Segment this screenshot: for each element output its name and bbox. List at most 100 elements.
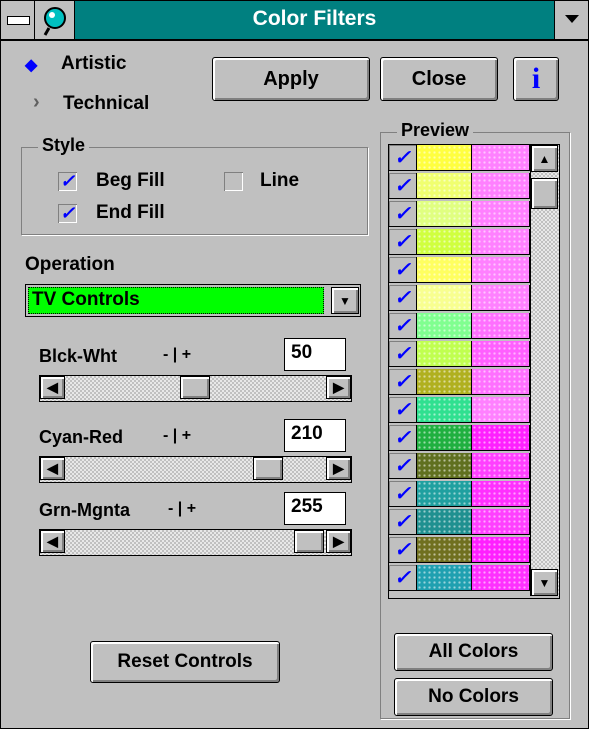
dropdown-button[interactable]	[554, 1, 588, 39]
preview-end-swatch	[472, 537, 530, 563]
apply-button[interactable]: Apply	[212, 57, 370, 101]
preview-start-swatch	[417, 313, 472, 339]
style-group: Style ✓ Beg Fill Line ✓ End Fill	[21, 135, 368, 235]
color-filters-window: Color Filters ◆ Artistic › Technical App…	[0, 0, 589, 729]
slider-track[interactable]: ◀ ▶	[39, 456, 352, 483]
preview-row: ✓	[389, 509, 530, 536]
preview-row-checkbox[interactable]: ✓	[389, 509, 417, 535]
slider-label: Grn-Mgnta	[39, 500, 130, 520]
slider-value-field[interactable]: 50	[284, 338, 346, 371]
slider-right-button[interactable]: ▶	[326, 457, 351, 480]
slider-value-field[interactable]: 210	[284, 419, 346, 452]
arrow-down-icon: ▼	[339, 293, 351, 308]
scroll-thumb[interactable]	[531, 178, 558, 209]
preview-start-swatch	[417, 201, 472, 227]
arrow-down-icon: ▼	[538, 575, 551, 590]
preview-start-swatch	[417, 509, 472, 535]
slider-left-button[interactable]: ◀	[40, 530, 65, 553]
app-icon-button[interactable]	[35, 1, 75, 39]
slider-value-field[interactable]: 255	[284, 492, 346, 525]
preview-row-checkbox[interactable]: ✓	[389, 565, 417, 591]
preview-start-swatch	[417, 285, 472, 311]
preview-row-checkbox[interactable]: ✓	[389, 229, 417, 255]
preview-row: ✓	[389, 481, 530, 508]
preview-row: ✓	[389, 201, 530, 228]
operation-value: TV Controls	[28, 287, 324, 314]
preview-start-swatch	[417, 425, 472, 451]
reset-controls-button[interactable]: Reset Controls	[90, 641, 280, 683]
preview-row-checkbox[interactable]: ✓	[389, 313, 417, 339]
preview-row: ✓	[389, 285, 530, 312]
preview-start-swatch	[417, 537, 472, 563]
preview-row-checkbox[interactable]: ✓	[389, 201, 417, 227]
preview-row: ✓	[389, 173, 530, 200]
preview-start-swatch	[417, 481, 472, 507]
preview-row-checkbox[interactable]: ✓	[389, 145, 417, 171]
preview-row-checkbox[interactable]: ✓	[389, 481, 417, 507]
preview-row: ✓	[389, 313, 530, 340]
preview-row-checkbox[interactable]: ✓	[389, 257, 417, 283]
radio-artistic-label[interactable]: Artistic	[61, 53, 126, 75]
radio-technical-label[interactable]: Technical	[63, 93, 149, 115]
radio-selected-icon[interactable]: ◆	[25, 55, 37, 75]
line-label[interactable]: Line	[260, 170, 299, 192]
preview-end-swatch	[472, 481, 530, 507]
info-button[interactable]: i	[513, 57, 559, 101]
title-bar: Color Filters	[1, 1, 588, 41]
slider-right-button[interactable]: ▶	[326, 530, 351, 553]
close-button[interactable]: Close	[380, 57, 498, 101]
system-menu-button[interactable]	[1, 1, 35, 39]
slider-track[interactable]: ◀ ▶	[39, 375, 352, 402]
preview-start-swatch	[417, 145, 472, 171]
preview-list: ✓ ✓ ✓ ✓ ✓ ✓ ✓ ✓ ✓ ✓ ✓ ✓ ✓ ✓ ✓ ✓ ▲ ▼	[388, 144, 560, 599]
slider-left-button[interactable]: ◀	[40, 457, 65, 480]
end-fill-checkbox[interactable]: ✓	[58, 204, 77, 223]
preview-row-checkbox[interactable]: ✓	[389, 369, 417, 395]
scroll-up-button[interactable]: ▲	[531, 145, 558, 172]
preview-end-swatch	[472, 425, 530, 451]
preview-row-checkbox[interactable]: ✓	[389, 425, 417, 451]
preview-start-swatch	[417, 229, 472, 255]
arrow-left-icon: ◀	[47, 460, 58, 476]
preview-row: ✓	[389, 565, 530, 592]
line-checkbox[interactable]	[224, 172, 243, 191]
preview-row-checkbox[interactable]: ✓	[389, 285, 417, 311]
no-colors-button[interactable]: No Colors	[394, 678, 553, 716]
slider-left-button[interactable]: ◀	[40, 376, 65, 399]
preview-scrollbar[interactable]: ▲ ▼	[530, 145, 559, 596]
radio-unselected-icon[interactable]: ›	[33, 91, 40, 114]
preview-end-swatch	[472, 397, 530, 423]
slider-track[interactable]: ◀ ▶	[39, 529, 352, 556]
operation-select[interactable]: TV Controls ▼	[25, 284, 361, 317]
beg-fill-label[interactable]: Beg Fill	[96, 170, 165, 192]
all-colors-button[interactable]: All Colors	[394, 633, 553, 671]
preview-end-swatch	[472, 341, 530, 367]
preview-row-checkbox[interactable]: ✓	[389, 453, 417, 479]
preview-row: ✓	[389, 257, 530, 284]
preview-start-swatch	[417, 369, 472, 395]
preview-row-checkbox[interactable]: ✓	[389, 397, 417, 423]
preview-row: ✓	[389, 397, 530, 424]
preview-row-checkbox[interactable]: ✓	[389, 341, 417, 367]
end-fill-label[interactable]: End Fill	[96, 202, 165, 224]
preview-row-checkbox[interactable]: ✓	[389, 173, 417, 199]
preview-row: ✓	[389, 341, 530, 368]
arrow-left-icon: ◀	[47, 533, 58, 549]
scroll-down-button[interactable]: ▼	[531, 569, 558, 596]
slider-thumb[interactable]	[252, 457, 283, 480]
preview-row: ✓	[389, 425, 530, 452]
beg-fill-checkbox[interactable]: ✓	[58, 172, 77, 191]
preview-group-title: Preview	[397, 120, 474, 141]
slider-thumb[interactable]	[294, 530, 324, 553]
arrow-right-icon: ▶	[333, 379, 344, 395]
arrow-right-icon: ▶	[333, 460, 344, 476]
slider-thumb[interactable]	[179, 376, 210, 399]
preview-end-swatch	[472, 201, 530, 227]
preview-row-checkbox[interactable]: ✓	[389, 537, 417, 563]
slider-right-button[interactable]: ▶	[326, 376, 351, 399]
preview-row: ✓	[389, 537, 530, 564]
preview-row: ✓	[389, 145, 530, 172]
preview-end-swatch	[472, 565, 530, 591]
operation-dropdown-button[interactable]: ▼	[331, 287, 359, 314]
lens-icon	[43, 7, 66, 36]
